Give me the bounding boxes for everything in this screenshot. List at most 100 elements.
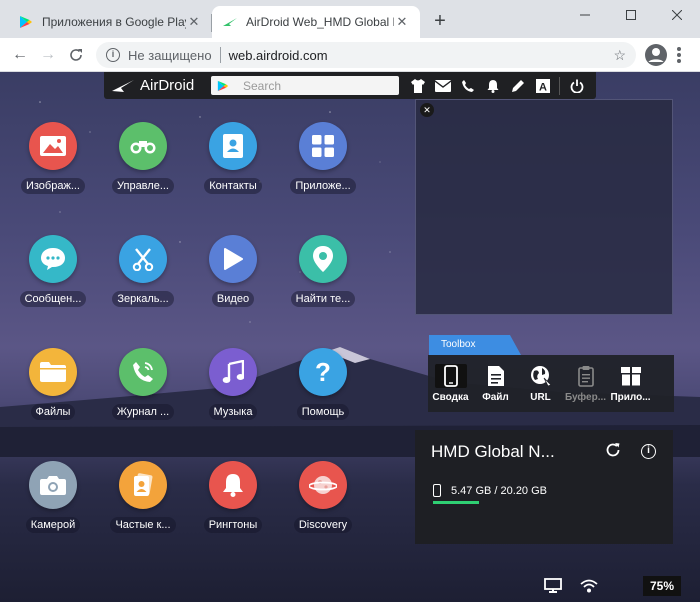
- airdroid-logo: AirDroid: [112, 77, 207, 94]
- app-help[interactable]: ? Помощь: [280, 348, 366, 448]
- location-icon: [299, 235, 347, 283]
- close-tab-icon[interactable]: ✕: [186, 14, 202, 30]
- search-input[interactable]: Search: [211, 76, 399, 95]
- window-close-icon[interactable]: [654, 0, 700, 30]
- app-files[interactable]: Файлы: [10, 348, 96, 448]
- toolbox-item-summary[interactable]: Сводка: [428, 355, 473, 412]
- app-images[interactable]: Изображ...: [10, 122, 96, 222]
- ringtone-bell-icon: [209, 461, 257, 509]
- folder-icon: [29, 348, 77, 396]
- help-icon: ?: [299, 348, 347, 396]
- toolbox-tab[interactable]: Toolbox: [429, 335, 521, 355]
- frequent-contacts-icon: [119, 461, 167, 509]
- address-bar[interactable]: i Не защищено web.airdroid.com ☆: [96, 42, 636, 68]
- url-text: web.airdroid.com: [228, 47, 328, 63]
- phone-outline-icon: [434, 364, 467, 388]
- airdroid-top-bar: AirDroid Search A: [104, 72, 596, 99]
- contacts-icon: [209, 122, 257, 170]
- font-icon[interactable]: A: [530, 72, 555, 99]
- toolbox-item-apps[interactable]: Прило...: [608, 355, 653, 412]
- logo-text: AirDroid: [140, 77, 195, 94]
- browser-toolbar: ← → i Не защищено web.airdroid.com ☆: [0, 38, 700, 72]
- toolbox-item-url[interactable]: URL: [518, 355, 563, 412]
- refresh-icon[interactable]: [605, 442, 621, 463]
- app-contacts[interactable]: Контакты: [190, 122, 276, 222]
- top-actions: A: [405, 72, 589, 99]
- wifi-icon: [580, 579, 598, 598]
- info-icon[interactable]: i: [106, 48, 120, 62]
- airdroid-logo-icon: [112, 79, 134, 92]
- security-label: Не защищено: [128, 47, 212, 63]
- svg-text:?: ?: [315, 359, 331, 385]
- app-label: Помощь: [296, 404, 350, 420]
- phone-icon[interactable]: [455, 72, 480, 99]
- maximize-icon[interactable]: [608, 0, 654, 30]
- pen-icon[interactable]: [505, 72, 530, 99]
- screen-mirror-icon[interactable]: [544, 578, 562, 599]
- mail-icon[interactable]: [430, 72, 455, 99]
- profile-avatar-icon[interactable]: [644, 43, 668, 67]
- airdroid-favicon-icon: [222, 14, 238, 30]
- minimize-icon[interactable]: [562, 0, 608, 30]
- app-discovery[interactable]: Discovery: [280, 461, 366, 561]
- app-ringtones[interactable]: Рингтоны: [190, 461, 276, 561]
- tab-google-play[interactable]: Приложения в Google Play – Air ✕: [8, 6, 212, 38]
- message-icon: [29, 235, 77, 283]
- app-label: Музыка: [208, 404, 258, 420]
- tshirt-icon[interactable]: [405, 72, 430, 99]
- power-icon[interactable]: [564, 72, 589, 99]
- toolbox-item-label: Буфер...: [564, 392, 607, 403]
- app-label: Частые к...: [110, 517, 176, 533]
- screen-preview-panel: ✕: [415, 99, 673, 315]
- app-mirror[interactable]: Зеркаль...: [100, 235, 186, 335]
- app-frequent-contacts[interactable]: Частые к...: [100, 461, 186, 561]
- device-name: HMD Global N...: [431, 442, 555, 461]
- app-label: Приложе...: [290, 178, 356, 194]
- app-camera[interactable]: Камерой: [10, 461, 96, 561]
- app-applications[interactable]: Приложе...: [280, 122, 366, 222]
- app-label: Видео: [211, 291, 255, 307]
- toolbox-item-label: Прило...: [610, 392, 651, 403]
- app-label: Рингтоны: [203, 517, 263, 533]
- app-label: Сообщен...: [19, 291, 87, 307]
- app-label: Журнал ...: [111, 404, 175, 420]
- app-messages[interactable]: Сообщен...: [10, 235, 96, 335]
- app-find-phone[interactable]: Найти те...: [280, 235, 366, 335]
- battery-level: 75%: [643, 576, 681, 596]
- reload-icon[interactable]: [64, 43, 88, 67]
- toolbox-item-label: Сводка: [432, 392, 469, 403]
- app-label: Изображ...: [20, 178, 85, 194]
- toolbox-item-clipboard[interactable]: Буфер...: [563, 355, 608, 412]
- browser-tab-strip: Приложения в Google Play – Air ✕ AirDroi…: [0, 0, 700, 38]
- close-tab-icon[interactable]: ✕: [394, 14, 410, 30]
- binoculars-icon: [119, 122, 167, 170]
- close-icon[interactable]: ✕: [420, 103, 434, 117]
- google-play-icon: [217, 79, 231, 93]
- toolbox-item-file[interactable]: Файл: [473, 355, 518, 412]
- tab-airdroid[interactable]: AirDroid Web_HMD Global Nokia ✕: [212, 6, 420, 38]
- storage-info: 5.47 GB / 20.20 GB: [433, 484, 547, 497]
- app-call-log[interactable]: Журнал ...: [100, 348, 186, 448]
- back-arrow-icon[interactable]: ←: [8, 43, 32, 67]
- new-tab-button[interactable]: +: [428, 10, 452, 34]
- play-icon: [209, 235, 257, 283]
- app-video[interactable]: Видео: [190, 235, 276, 335]
- bell-icon[interactable]: [480, 72, 505, 99]
- storage-progress-bar: [433, 501, 479, 504]
- toolbox-panel: Сводка Файл URL Буфер... Прило...: [428, 355, 674, 412]
- forward-arrow-icon[interactable]: →: [36, 43, 60, 67]
- clipboard-icon: [570, 364, 602, 388]
- app-manager[interactable]: Управле...: [100, 122, 186, 222]
- info-icon[interactable]: i: [641, 444, 656, 459]
- app-box-icon: [615, 364, 647, 388]
- menu-dots-icon[interactable]: [676, 46, 682, 64]
- app-label: Найти те...: [290, 291, 356, 307]
- image-icon: [29, 122, 77, 170]
- toolbox-item-label: URL: [530, 392, 551, 403]
- tab-title: Приложения в Google Play – Air: [42, 15, 186, 29]
- bookmark-star-icon[interactable]: ☆: [613, 47, 626, 64]
- globe-icon: [525, 364, 557, 388]
- camera-icon: [29, 461, 77, 509]
- airdroid-desktop: AirDroid Search A Изображ... Управле... …: [0, 72, 700, 602]
- app-music[interactable]: Музыка: [190, 348, 276, 448]
